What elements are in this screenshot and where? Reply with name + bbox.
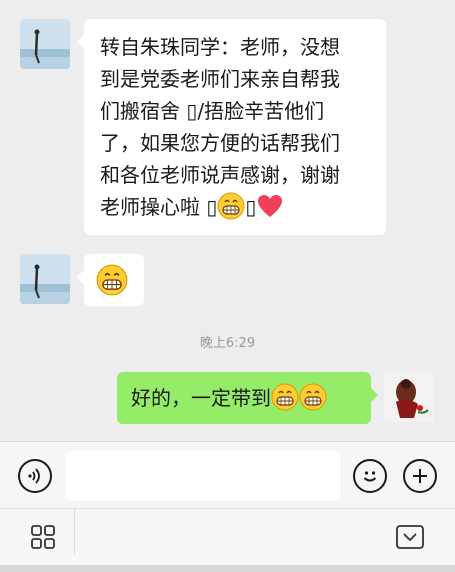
smiley-icon[interactable] xyxy=(353,459,387,493)
message-text: 好的，一定带到 xyxy=(131,386,271,410)
message-line: 和各位老师说声感谢，谢谢 xyxy=(100,163,340,187)
grin-emoji-icon xyxy=(271,383,299,411)
keyboard-collapse-icon[interactable] xyxy=(395,524,425,550)
grin-emoji-icon xyxy=(299,383,327,411)
contact-avatar[interactable] xyxy=(20,254,70,304)
plus-icon[interactable] xyxy=(403,459,437,493)
message-input[interactable] xyxy=(66,451,340,500)
message-line: /捂脸辛苦他们 xyxy=(197,99,325,123)
grin-emoji-icon xyxy=(96,264,128,296)
message-line: 到是党委老师们来亲自帮我 xyxy=(100,67,340,91)
message-timestamp: 晚上6:29 xyxy=(199,336,256,351)
voice-icon[interactable] xyxy=(18,459,52,493)
my-avatar[interactable] xyxy=(384,372,434,422)
message-line: 们搬宿舍 xyxy=(100,99,187,123)
grin-emoji-icon xyxy=(217,192,245,220)
message-line: 转自朱珠同学：老师，没想 xyxy=(100,35,340,59)
menu-bar xyxy=(0,508,455,572)
message-line: 老师操心啦 xyxy=(100,195,207,219)
heart-emoji-icon xyxy=(258,195,283,217)
chat-input-bar xyxy=(0,441,455,508)
missing-glyph-icon: ▯ xyxy=(206,195,218,219)
message-bubble-incoming[interactable]: 转自朱珠同学：老师，没想 到是党委老师们来亲自帮我 们搬宿舍 ▯/捂脸辛苦他们 … xyxy=(77,19,386,235)
message-bubble-outgoing[interactable]: 好的，一定带到 xyxy=(117,372,378,424)
message-bubble-incoming[interactable] xyxy=(77,254,144,306)
contact-avatar[interactable] xyxy=(20,19,70,69)
grid-icon[interactable] xyxy=(30,524,56,550)
missing-glyph-icon: ▯ xyxy=(186,99,198,123)
message-line: 了，如果您方便的话帮我们 xyxy=(100,131,340,155)
divider xyxy=(74,509,75,554)
missing-glyph-icon: ▯ xyxy=(245,195,257,219)
bottom-strip xyxy=(0,565,455,572)
